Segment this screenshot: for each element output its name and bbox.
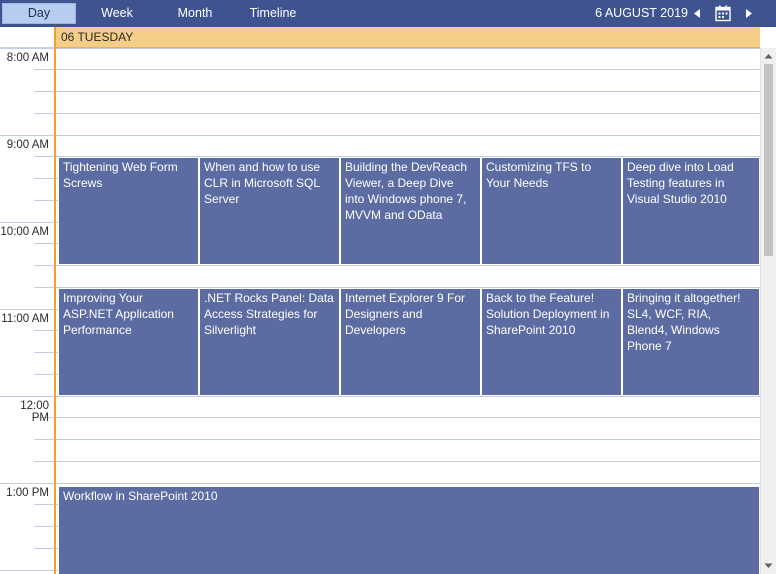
ruler-tick [34, 352, 54, 353]
appointment[interactable]: Building the DevReach Viewer, a Deep Div… [340, 157, 481, 265]
scroll-up-arrow-icon[interactable] [763, 52, 774, 60]
vertical-scrollbar[interactable] [760, 48, 776, 574]
chevron-right-icon [746, 9, 752, 18]
time-label-8am: 8:00 AM [6, 52, 49, 64]
appointment[interactable]: Bringing it altogether! SL4, WCF, RIA, B… [622, 288, 760, 396]
slot-line [56, 439, 760, 440]
ruler-tick [34, 548, 54, 549]
slot-line [56, 113, 760, 114]
ruler-hour-line [0, 135, 54, 136]
scrollbar-thumb[interactable] [764, 64, 773, 256]
slot-line [56, 135, 760, 136]
slot-line [56, 69, 760, 70]
ruler-tick [34, 243, 54, 244]
next-button[interactable] [741, 5, 757, 22]
chevron-left-icon [694, 9, 700, 18]
ruler-hour-line [0, 483, 54, 484]
appointment[interactable]: Back to the Feature! Solution Deployment… [481, 288, 622, 396]
slot-line [56, 417, 760, 418]
appointment[interactable]: Customizing TFS to Your Needs [481, 157, 622, 265]
ruler-tick [34, 113, 54, 114]
slot-line [56, 91, 760, 92]
ruler-tick [34, 461, 54, 462]
calendar-icon [715, 5, 731, 22]
slot-line [56, 396, 760, 397]
tab-day[interactable]: Day [2, 3, 76, 24]
tab-timeline[interactable]: Timeline [236, 3, 310, 24]
time-label-10am: 10:00 AM [0, 226, 49, 238]
tab-week[interactable]: Week [80, 3, 154, 24]
ruler-tick [34, 156, 54, 157]
appointment[interactable]: .NET Rocks Panel: Data Access Strategies… [199, 288, 340, 396]
ruler-tick [34, 374, 54, 375]
previous-button[interactable] [689, 5, 705, 22]
ruler-tick [34, 178, 54, 179]
ruler-tick [34, 265, 54, 266]
slot-line [56, 48, 760, 49]
ruler-tick [34, 526, 54, 527]
time-ruler: 8:00 AM 9:00 AM 10:00 AM 11:00 AM 12:00 … [0, 48, 54, 574]
ruler-tick [34, 287, 54, 288]
appointment[interactable]: Workflow in SharePoint 2010 [58, 486, 760, 574]
header-corner [0, 27, 54, 48]
calendar-picker-button[interactable] [714, 5, 732, 22]
tab-month[interactable]: Month [158, 3, 232, 24]
ruler-tick [34, 439, 54, 440]
appointment[interactable]: Tightening Web Form Screws [58, 157, 199, 265]
time-label-9am: 9:00 AM [6, 139, 49, 151]
day-column[interactable]: Tightening Web Form Screws When and how … [54, 48, 760, 574]
ruler-tick [34, 91, 54, 92]
ruler-tick [34, 69, 54, 70]
ruler-tick [34, 200, 54, 201]
ruler-hour-line [0, 309, 54, 310]
time-label-11am: 11:00 AM [1, 313, 49, 325]
slot-line [56, 265, 760, 266]
time-label-1pm: 1:00 PM [6, 487, 49, 499]
time-label-12pm: 12:00 PM [20, 400, 49, 424]
day-header[interactable]: 06 TUESDAY [54, 27, 760, 48]
scroll-down-arrow-icon[interactable] [763, 562, 774, 570]
ruler-hour-line [0, 222, 54, 223]
appointment[interactable]: When and how to use CLR in Microsoft SQL… [199, 157, 340, 265]
ruler-tick [34, 504, 54, 505]
ruler-hour-line [0, 396, 54, 397]
appointment[interactable]: Internet Explorer 9 For Designers and De… [340, 288, 481, 396]
slot-line [56, 461, 760, 462]
ruler-tick [34, 330, 54, 331]
appointment[interactable]: Improving Your ASP.NET Application Perfo… [58, 288, 199, 396]
header-scroll-gap [760, 27, 776, 48]
ruler-hour-line [0, 48, 54, 49]
view-toolbar: Day Week Month Timeline 6 AUGUST 2019 [0, 0, 776, 27]
appointment[interactable]: Deep dive into Load Testing features in … [622, 157, 760, 265]
slot-line [56, 483, 760, 484]
ruler-hour-line [0, 570, 54, 571]
current-date: 6 AUGUST 2019 [595, 6, 688, 20]
